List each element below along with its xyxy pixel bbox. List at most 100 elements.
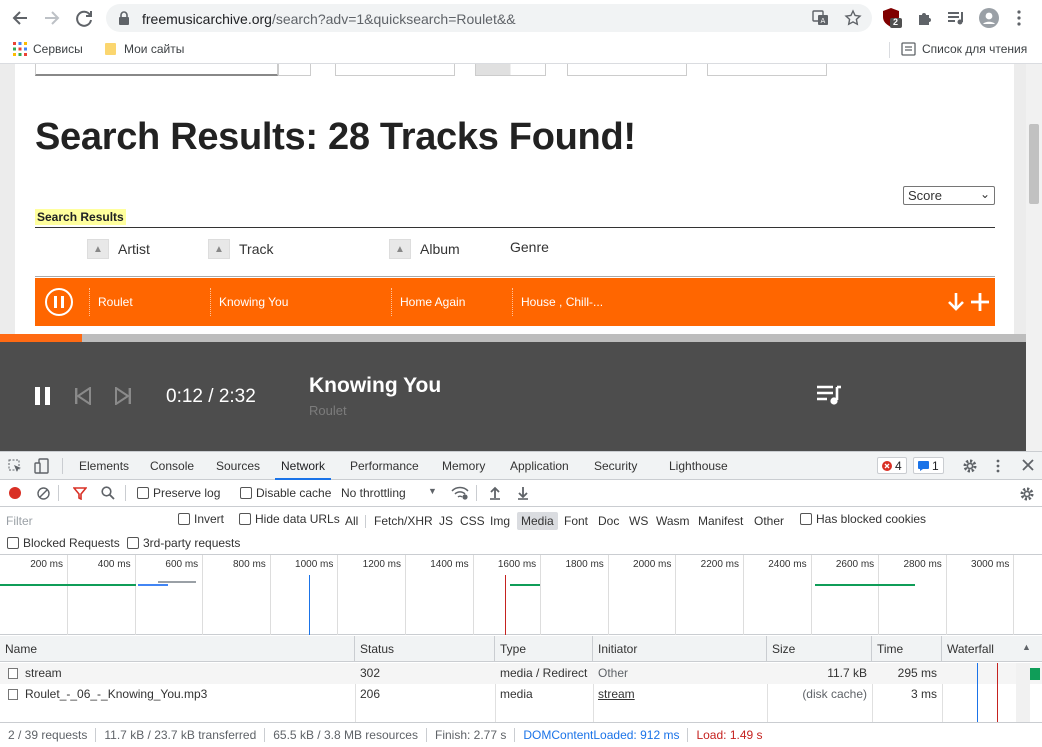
preserve-log-checkbox[interactable]: Preserve log [137, 486, 220, 500]
hide-data-urls-checkbox[interactable]: Hide data URLs [239, 512, 340, 526]
filter-type-js[interactable]: JS [435, 512, 457, 530]
filter-type-doc[interactable]: Doc [594, 512, 623, 530]
add-to-playlist-icon[interactable] [970, 292, 990, 312]
filter-type-other[interactable]: Other [750, 512, 788, 530]
tab-application[interactable]: Application [504, 452, 575, 480]
checkbox[interactable] [178, 513, 190, 525]
column-header-track[interactable]: ▲ Track [208, 239, 273, 259]
forward-icon[interactable] [40, 8, 64, 28]
table-row[interactable]: stream 302 media / Redirect Other 11.7 k… [0, 663, 1042, 684]
sort-select[interactable]: Score ⌄ [903, 186, 995, 205]
back-icon[interactable] [8, 8, 32, 28]
header-name[interactable]: Name [0, 636, 355, 662]
next-track-button[interactable] [114, 387, 132, 405]
table-row[interactable]: Roulet_-_06_-_Knowing_You.mp3 206 media … [0, 684, 1042, 705]
checkbox[interactable] [239, 513, 251, 525]
reload-icon[interactable] [73, 8, 97, 28]
translate-icon[interactable]: A [812, 10, 829, 26]
filter-type-media[interactable]: Media [517, 512, 558, 530]
network-conditions-icon[interactable] [451, 486, 469, 500]
row-name[interactable]: Roulet_-_06_-_Knowing_You.mp3 [20, 684, 212, 705]
header-initiator[interactable]: Initiator [593, 636, 767, 662]
filter-type-fetch[interactable]: Fetch/XHR [370, 512, 437, 530]
media-control-icon[interactable] [947, 10, 965, 26]
filter-field-remnant-3[interactable] [707, 64, 827, 76]
table-scrollbar[interactable] [1016, 663, 1030, 722]
column-header-artist[interactable]: ▲ Artist [87, 239, 150, 259]
sort-up-icon[interactable]: ▲ [208, 239, 230, 259]
search-field-remnant[interactable] [35, 64, 278, 76]
invert-checkbox[interactable]: Invert [178, 512, 224, 526]
pause-track-button[interactable] [45, 288, 73, 316]
filter-field-remnant[interactable] [335, 64, 455, 76]
tab-console[interactable]: Console [144, 452, 200, 480]
bookmark-apps[interactable]: Сервисы [13, 42, 83, 56]
filter-type-manifest[interactable]: Manifest [694, 512, 747, 530]
throttling-select[interactable]: No throttling ▼ [341, 486, 439, 500]
messages-counter[interactable]: 1 [913, 457, 944, 474]
filter-type-ws[interactable]: WS [625, 512, 652, 530]
scrollbar-thumb[interactable] [1029, 124, 1039, 204]
track-album[interactable]: Home Again [391, 288, 465, 316]
header-status[interactable]: Status [355, 636, 495, 662]
header-type[interactable]: Type [495, 636, 593, 662]
row-name[interactable]: stream [20, 663, 67, 684]
sort-up-icon[interactable]: ▲ [87, 239, 109, 259]
disable-cache-checkbox[interactable]: Disable cache [240, 486, 331, 500]
row-initiator-link[interactable]: stream [593, 684, 640, 705]
checkbox[interactable] [240, 487, 252, 499]
track-title[interactable]: Knowing You [210, 288, 288, 316]
header-time[interactable]: Time [872, 636, 942, 662]
clear-icon[interactable] [37, 487, 50, 500]
blocked-requests-checkbox[interactable]: Blocked Requests [7, 536, 120, 550]
toggle-remnant[interactable] [475, 64, 546, 76]
close-icon[interactable] [1022, 459, 1034, 471]
network-settings-icon[interactable] [1019, 486, 1035, 502]
queue-button[interactable] [816, 384, 842, 406]
filter-input[interactable]: Filter [3, 512, 166, 530]
errors-counter[interactable]: 4 [877, 457, 907, 474]
url-text[interactable]: freemusicarchive.org/search?adv=1&quicks… [142, 11, 516, 27]
filter-funnel-icon[interactable] [73, 487, 87, 500]
track-genre[interactable]: House , Chill-... [512, 288, 603, 316]
record-icon[interactable] [9, 487, 21, 499]
player-progress-bar[interactable] [0, 334, 1026, 342]
tab-network[interactable]: Network [275, 452, 332, 480]
export-har-icon[interactable] [517, 486, 529, 500]
address-bar[interactable]: freemusicarchive.org/search?adv=1&quicks… [106, 4, 872, 32]
column-header-genre[interactable]: Genre [510, 239, 549, 255]
ublock-extension-icon[interactable]: 2 [881, 7, 903, 29]
checkbox[interactable] [127, 537, 139, 549]
device-toolbar-icon[interactable] [34, 458, 50, 474]
inspect-element-icon[interactable] [8, 459, 22, 473]
previous-track-button[interactable] [74, 387, 92, 405]
lock-icon[interactable] [118, 11, 130, 25]
column-header-album[interactable]: ▲ Album [389, 239, 460, 259]
sort-up-icon[interactable]: ▲ [389, 239, 411, 259]
player-track-artist[interactable]: Roulet [309, 403, 347, 418]
filter-type-wasm[interactable]: Wasm [652, 512, 694, 530]
third-party-checkbox[interactable]: 3rd-party requests [127, 536, 240, 550]
player-pause-button[interactable] [34, 386, 52, 406]
import-har-icon[interactable] [489, 486, 501, 500]
network-overview[interactable]: 200 ms 400 ms 600 ms 800 ms 1000 ms 1200 ms 14… [0, 555, 1042, 635]
checkbox[interactable] [7, 537, 19, 549]
filter-field-remnant-2[interactable] [567, 64, 687, 76]
filter-type-css[interactable]: CSS [456, 512, 489, 530]
tab-performance[interactable]: Performance [344, 452, 425, 480]
search-button-remnant[interactable] [278, 64, 311, 76]
track-artist[interactable]: Roulet [89, 288, 133, 316]
reading-list-button[interactable]: Список для чтения [901, 42, 1027, 56]
filter-type-img[interactable]: Img [486, 512, 514, 530]
tab-sources[interactable]: Sources [210, 452, 266, 480]
filter-type-all[interactable]: All [341, 512, 362, 530]
blocked-cookies-checkbox[interactable]: Has blocked cookies [800, 512, 926, 526]
page-scrollbar[interactable] [1026, 64, 1042, 451]
tab-security[interactable]: Security [588, 452, 643, 480]
checkbox[interactable] [137, 487, 149, 499]
track-row[interactable]: Roulet Knowing You Home Again House , Ch… [35, 278, 995, 326]
download-icon[interactable] [947, 292, 965, 312]
tab-lighthouse[interactable]: Lighthouse [663, 452, 734, 480]
chrome-menu-icon[interactable] [1016, 10, 1022, 26]
bookmark-star-icon[interactable] [844, 9, 862, 27]
